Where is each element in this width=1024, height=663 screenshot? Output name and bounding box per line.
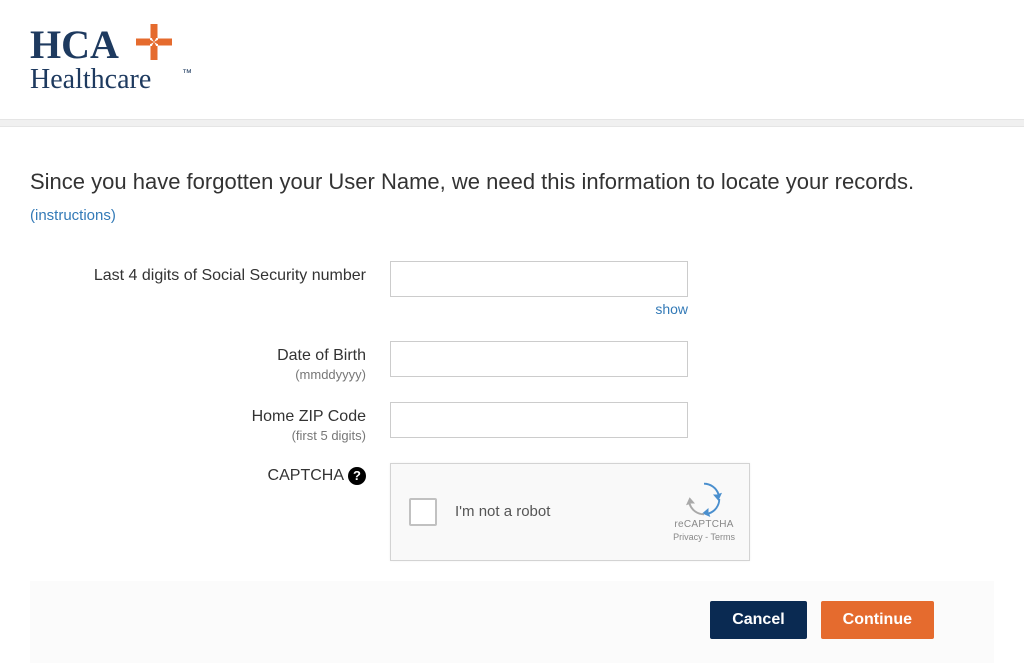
captcha-label: CAPTCHA bbox=[268, 467, 344, 485]
footer-bar: Cancel Continue bbox=[30, 581, 994, 663]
zip-hint: (first 5 digits) bbox=[30, 428, 366, 443]
recaptcha-icon bbox=[686, 481, 722, 517]
recaptcha-brand: reCAPTCHA bbox=[674, 519, 733, 530]
hca-logo-svg: HCA Healthcare ™ bbox=[30, 20, 210, 96]
instructions-link[interactable]: (instructions) bbox=[30, 207, 116, 224]
dob-row: Date of Birth (mmddyyyy) bbox=[30, 341, 994, 382]
svg-text:™: ™ bbox=[182, 68, 192, 79]
ssn-row: Last 4 digits of Social Security number … bbox=[30, 261, 994, 297]
header: HCA Healthcare ™ bbox=[0, 0, 1024, 111]
dob-hint: (mmddyyyy) bbox=[30, 367, 366, 382]
dob-input[interactable] bbox=[390, 341, 688, 377]
heading-text: Since you have forgotten your User Name,… bbox=[30, 169, 914, 194]
captcha-input-col: I'm not a robot reCAPTCHA Privacy - Term… bbox=[390, 463, 750, 561]
ssn-show-link[interactable]: show bbox=[655, 301, 688, 317]
zip-label: Home ZIP Code bbox=[30, 408, 366, 426]
dob-label: Date of Birth bbox=[30, 347, 366, 365]
ssn-input-col: show bbox=[390, 261, 688, 297]
recaptcha-text: I'm not a robot bbox=[455, 503, 673, 520]
page-heading: Since you have forgotten your User Name,… bbox=[30, 167, 994, 229]
zip-input[interactable] bbox=[390, 402, 688, 438]
ssn-input[interactable] bbox=[390, 261, 688, 297]
dob-input-col bbox=[390, 341, 688, 377]
help-icon[interactable]: ? bbox=[348, 467, 366, 485]
continue-button[interactable]: Continue bbox=[821, 601, 934, 639]
zip-input-col bbox=[390, 402, 688, 438]
content: Since you have forgotten your User Name,… bbox=[0, 127, 1024, 663]
logo-hca-text: HCA bbox=[30, 22, 119, 67]
recaptcha-checkbox[interactable] bbox=[409, 498, 437, 526]
cancel-button[interactable]: Cancel bbox=[710, 601, 806, 639]
recaptcha-box: I'm not a robot reCAPTCHA Privacy - Term… bbox=[390, 463, 750, 561]
logo-healthcare-text: Healthcare bbox=[30, 64, 151, 95]
recaptcha-branding: reCAPTCHA Privacy - Terms bbox=[673, 481, 735, 542]
dob-label-col: Date of Birth (mmddyyyy) bbox=[30, 341, 390, 382]
recaptcha-links[interactable]: Privacy - Terms bbox=[673, 532, 735, 542]
captcha-label-col: CAPTCHA ? bbox=[30, 463, 390, 485]
logo: HCA Healthcare ™ bbox=[30, 20, 210, 101]
zip-label-col: Home ZIP Code (first 5 digits) bbox=[30, 402, 390, 443]
ssn-label: Last 4 digits of Social Security number bbox=[30, 267, 366, 285]
header-divider bbox=[0, 119, 1024, 127]
form: Last 4 digits of Social Security number … bbox=[30, 261, 994, 561]
captcha-row: CAPTCHA ? I'm not a robot reCAPTCHA Priv… bbox=[30, 463, 994, 561]
ssn-label-col: Last 4 digits of Social Security number bbox=[30, 261, 390, 285]
plus-icon bbox=[136, 24, 172, 60]
zip-row: Home ZIP Code (first 5 digits) bbox=[30, 402, 994, 443]
